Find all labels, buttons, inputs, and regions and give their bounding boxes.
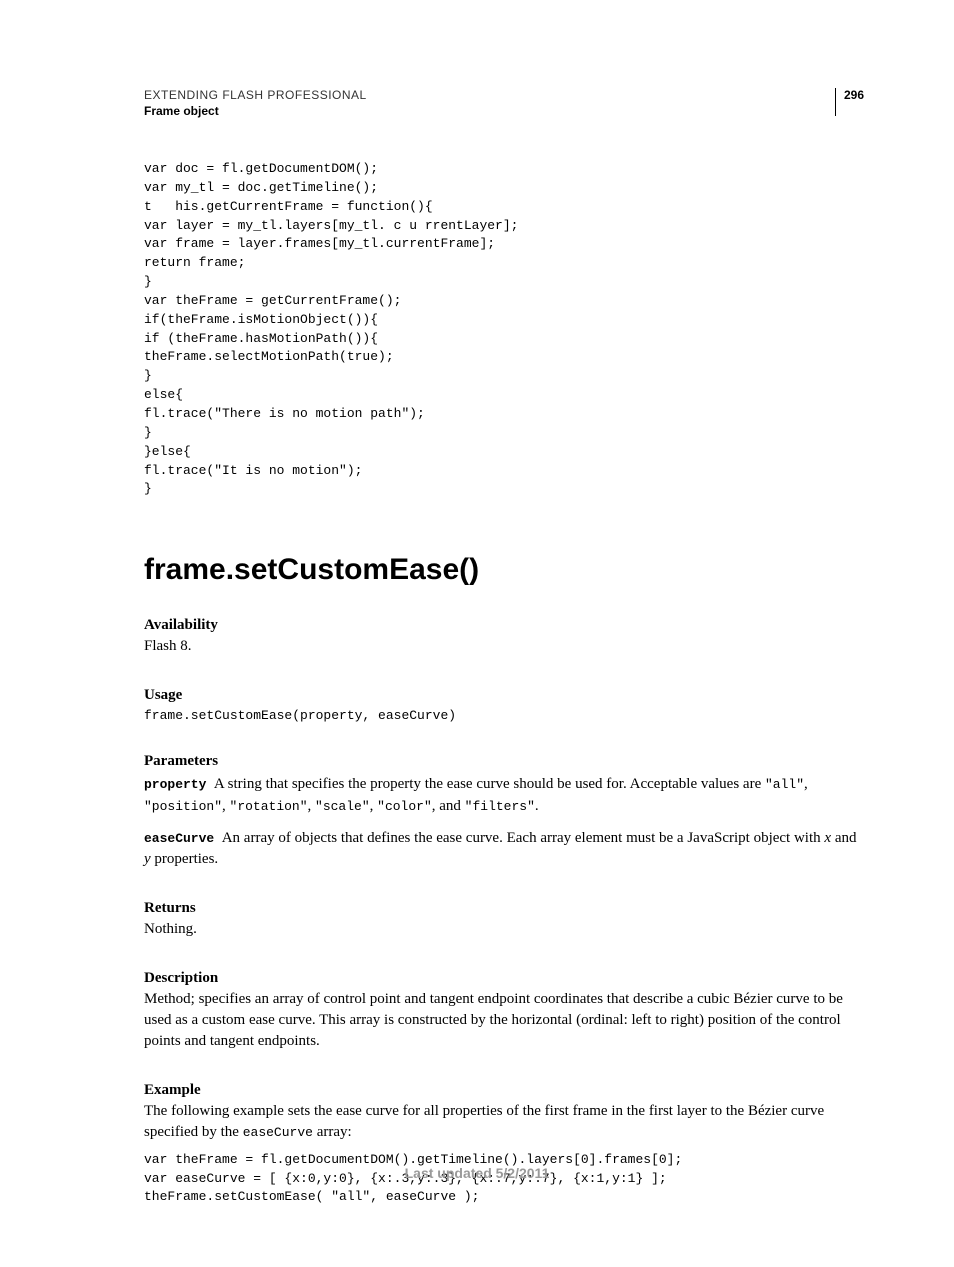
param-y: y: [144, 851, 151, 867]
returns-text: Nothing.: [144, 919, 864, 940]
parameters-label: Parameters: [144, 753, 864, 770]
param-easecurve-pre: An array of objects that defines the eas…: [222, 830, 825, 846]
param-name-easecurve: easeCurve: [144, 831, 214, 846]
availability-text: Flash 8.: [144, 636, 864, 657]
param-val-position: "position": [144, 799, 222, 814]
page-footer: Last updated 5/2/2011: [0, 1165, 954, 1181]
example-label: Example: [144, 1082, 864, 1099]
param-name-property: property: [144, 777, 206, 792]
header-left: EXTENDING FLASH PROFESSIONAL Frame objec…: [144, 88, 835, 118]
param-and: , and: [432, 798, 465, 814]
param-mid: and: [831, 830, 856, 846]
param-property-desc: A string that specifies the property the…: [214, 776, 765, 792]
method-heading: frame.setCustomEase(): [144, 553, 864, 587]
page-container: EXTENDING FLASH PROFESSIONAL Frame objec…: [0, 0, 954, 1267]
param-easecurve-post: properties.: [151, 851, 218, 867]
code-block-top: var doc = fl.getDocumentDOM(); var my_tl…: [144, 160, 864, 499]
header-title: EXTENDING FLASH PROFESSIONAL: [144, 88, 835, 102]
usage-code: frame.setCustomEase(property, easeCurve): [144, 708, 864, 723]
returns-label: Returns: [144, 900, 864, 917]
description-text: Method; specifies an array of control po…: [144, 989, 864, 1052]
header-section: Frame object: [144, 104, 835, 118]
param-val-filters: "filters": [465, 799, 535, 814]
parameter-easecurve: easeCurve An array of objects that defin…: [144, 828, 864, 870]
param-val-color: "color": [377, 799, 432, 814]
param-val-all: "all": [765, 777, 804, 792]
availability-label: Availability: [144, 617, 864, 634]
example-text-post: array:: [313, 1124, 352, 1140]
parameter-property: property A string that specifies the pro…: [144, 774, 864, 818]
description-label: Description: [144, 970, 864, 987]
example-text: The following example sets the ease curv…: [144, 1101, 864, 1143]
page-number: 296: [835, 88, 864, 116]
param-val-rotation: "rotation": [230, 799, 308, 814]
page-header: EXTENDING FLASH PROFESSIONAL Frame objec…: [144, 88, 864, 118]
example-text-code: easeCurve: [243, 1125, 313, 1140]
param-val-scale: "scale": [315, 799, 370, 814]
usage-label: Usage: [144, 687, 864, 704]
